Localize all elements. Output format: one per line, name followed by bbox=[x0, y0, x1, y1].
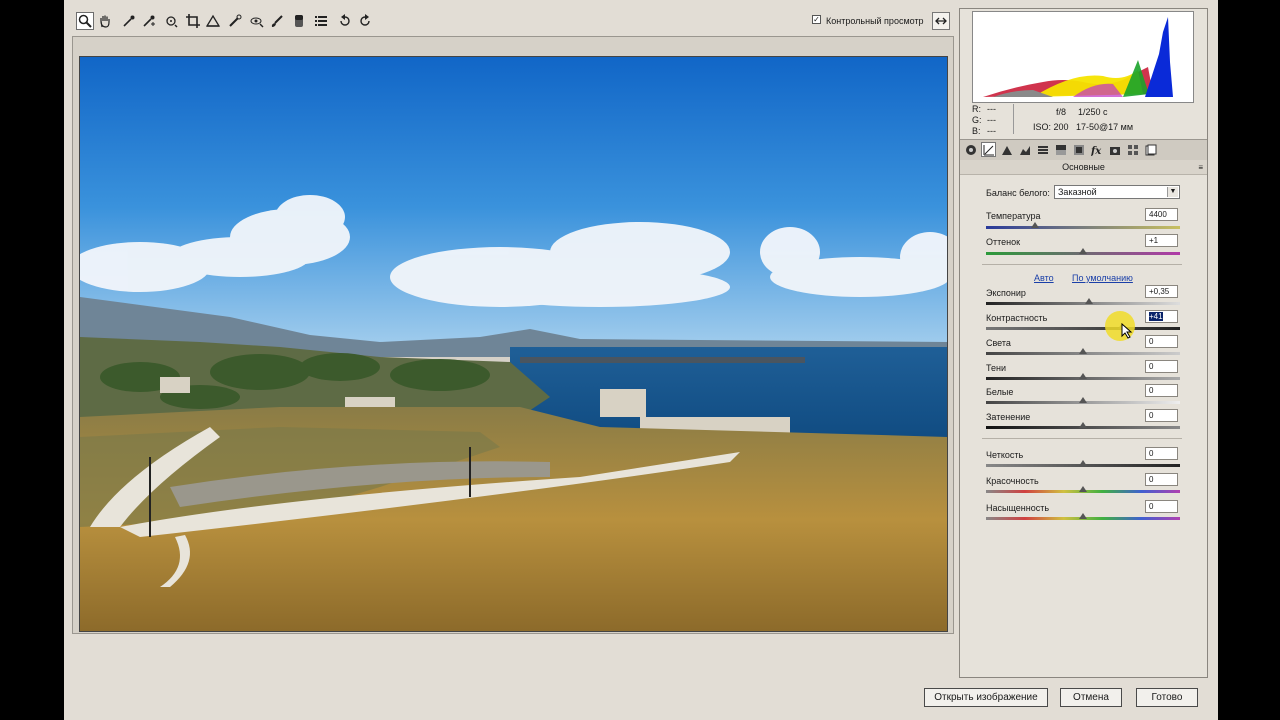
whites-field[interactable]: 0 bbox=[1145, 384, 1178, 397]
divider bbox=[982, 438, 1182, 439]
default-link[interactable]: По умолчанию bbox=[1072, 273, 1133, 283]
zoom-icon[interactable] bbox=[76, 12, 94, 30]
svg-text:fx: fx bbox=[1091, 146, 1102, 156]
b-value: --- bbox=[987, 126, 996, 136]
tab-tone-curve[interactable] bbox=[999, 142, 1014, 157]
open-image-button[interactable]: Открыть изображение bbox=[924, 688, 1048, 707]
saturation-field[interactable]: 0 bbox=[1145, 500, 1178, 513]
temperature-field[interactable]: 4400 bbox=[1145, 208, 1178, 221]
clarity-label: Четкость bbox=[986, 450, 1024, 460]
section-title: Основные bbox=[960, 160, 1207, 175]
blacks-thumb[interactable] bbox=[1079, 422, 1087, 428]
preview-label: Контрольный просмотр bbox=[826, 16, 924, 26]
cancel-button[interactable]: Отмена bbox=[1060, 688, 1122, 707]
contrast-slider[interactable] bbox=[986, 327, 1180, 330]
lens-value: 17-50@17 мм bbox=[1076, 122, 1134, 132]
white-balance-select[interactable]: Заказной ▼ bbox=[1054, 185, 1180, 199]
cursor-icon bbox=[1121, 323, 1133, 339]
contrast-field[interactable]: +41 bbox=[1145, 310, 1178, 323]
white-balance-label: Баланс белого: bbox=[986, 188, 1050, 198]
exposure-slider[interactable] bbox=[986, 302, 1180, 305]
iso-value: ISO: 200 bbox=[1033, 122, 1069, 132]
graduated-filter-icon[interactable] bbox=[290, 12, 308, 30]
shadows-field[interactable]: 0 bbox=[1145, 360, 1178, 373]
aperture-value: f/8 bbox=[1056, 107, 1067, 117]
tab-lens[interactable] bbox=[1071, 142, 1086, 157]
whites-thumb[interactable] bbox=[1079, 397, 1087, 403]
fx-icon[interactable]: fx bbox=[1089, 142, 1104, 157]
vibrance-field[interactable]: 0 bbox=[1145, 473, 1178, 486]
color-sampler-icon[interactable] bbox=[140, 12, 158, 30]
shadows-label: Тени bbox=[986, 363, 1006, 373]
shadows-thumb[interactable] bbox=[1079, 373, 1087, 379]
tab-split-toning[interactable] bbox=[1053, 142, 1068, 157]
hand-icon[interactable] bbox=[96, 12, 114, 30]
tab-camera-calibration[interactable] bbox=[1107, 142, 1122, 157]
r-label: R: bbox=[972, 104, 981, 114]
temperature-label: Температура bbox=[986, 211, 1041, 221]
temperature-thumb[interactable] bbox=[1030, 222, 1039, 228]
tab-hsl[interactable] bbox=[1035, 142, 1050, 157]
whites-label: Белые bbox=[986, 387, 1014, 397]
saturation-thumb[interactable] bbox=[1079, 513, 1087, 519]
preview-checkbox[interactable]: ✓ bbox=[812, 15, 821, 24]
panel-menu-icon[interactable]: ≡ bbox=[1198, 163, 1203, 172]
g-label: G: bbox=[972, 115, 982, 125]
rotate-right-icon[interactable] bbox=[356, 12, 374, 30]
white-balance-value: Заказной bbox=[1058, 187, 1097, 197]
saturation-label: Насыщенность bbox=[986, 503, 1050, 513]
crop-icon[interactable] bbox=[184, 12, 202, 30]
done-button[interactable]: Готово bbox=[1136, 688, 1198, 707]
camera-icon[interactable] bbox=[963, 142, 978, 157]
panel-tabs: fx bbox=[960, 139, 1207, 161]
blacks-field[interactable]: 0 bbox=[1145, 409, 1178, 422]
shutter-value: 1/250 с bbox=[1078, 107, 1108, 117]
tint-thumb[interactable] bbox=[1079, 248, 1087, 254]
tab-detail[interactable] bbox=[1017, 142, 1032, 157]
camera-raw-dialog: ✓ Контрольный просмотр R: --- G: --- B: … bbox=[64, 0, 1218, 720]
divider bbox=[982, 264, 1182, 265]
preferences-icon[interactable] bbox=[312, 12, 330, 30]
highlights-thumb[interactable] bbox=[1079, 348, 1087, 354]
rotate-left-icon[interactable] bbox=[336, 12, 354, 30]
r-value: --- bbox=[987, 104, 996, 114]
contrast-label: Контрастность bbox=[986, 313, 1048, 323]
exposure-thumb[interactable] bbox=[1084, 298, 1093, 304]
tint-field[interactable]: +1 bbox=[1145, 234, 1178, 247]
spot-removal-icon[interactable] bbox=[226, 12, 244, 30]
highlights-field[interactable]: 0 bbox=[1145, 335, 1178, 348]
tab-basic[interactable] bbox=[981, 142, 996, 157]
auto-link[interactable]: Авто bbox=[1034, 273, 1054, 283]
b-label: B: bbox=[972, 126, 981, 136]
info-divider bbox=[1013, 104, 1014, 134]
vibrance-label: Красочность bbox=[986, 476, 1039, 486]
white-balance-icon[interactable] bbox=[120, 12, 138, 30]
photo-preview[interactable] bbox=[79, 56, 948, 632]
exposure-field[interactable]: +0,35 bbox=[1145, 285, 1178, 298]
red-eye-icon[interactable] bbox=[248, 12, 266, 30]
temperature-slider[interactable] bbox=[986, 226, 1180, 229]
fullscreen-icon[interactable] bbox=[932, 12, 950, 30]
adjustments-panel: R: --- G: --- B: --- f/8 1/250 с ISO: 20… bbox=[959, 8, 1208, 678]
chevron-down-icon: ▼ bbox=[1167, 187, 1178, 197]
highlights-label: Света bbox=[986, 338, 1011, 348]
vibrance-thumb[interactable] bbox=[1079, 486, 1087, 492]
tab-snapshots[interactable] bbox=[1143, 142, 1158, 157]
histogram bbox=[972, 11, 1194, 103]
clarity-thumb[interactable] bbox=[1079, 460, 1087, 466]
clarity-field[interactable]: 0 bbox=[1145, 447, 1178, 460]
tab-presets[interactable] bbox=[1125, 142, 1140, 157]
exposure-label: Экспонир bbox=[986, 288, 1026, 298]
adjustment-brush-icon[interactable] bbox=[268, 12, 286, 30]
straighten-icon[interactable] bbox=[204, 12, 222, 30]
target-adjust-icon[interactable] bbox=[162, 12, 180, 30]
blacks-label: Затенение bbox=[986, 412, 1031, 422]
g-value: --- bbox=[987, 115, 996, 125]
tint-label: Оттенок bbox=[986, 237, 1021, 247]
